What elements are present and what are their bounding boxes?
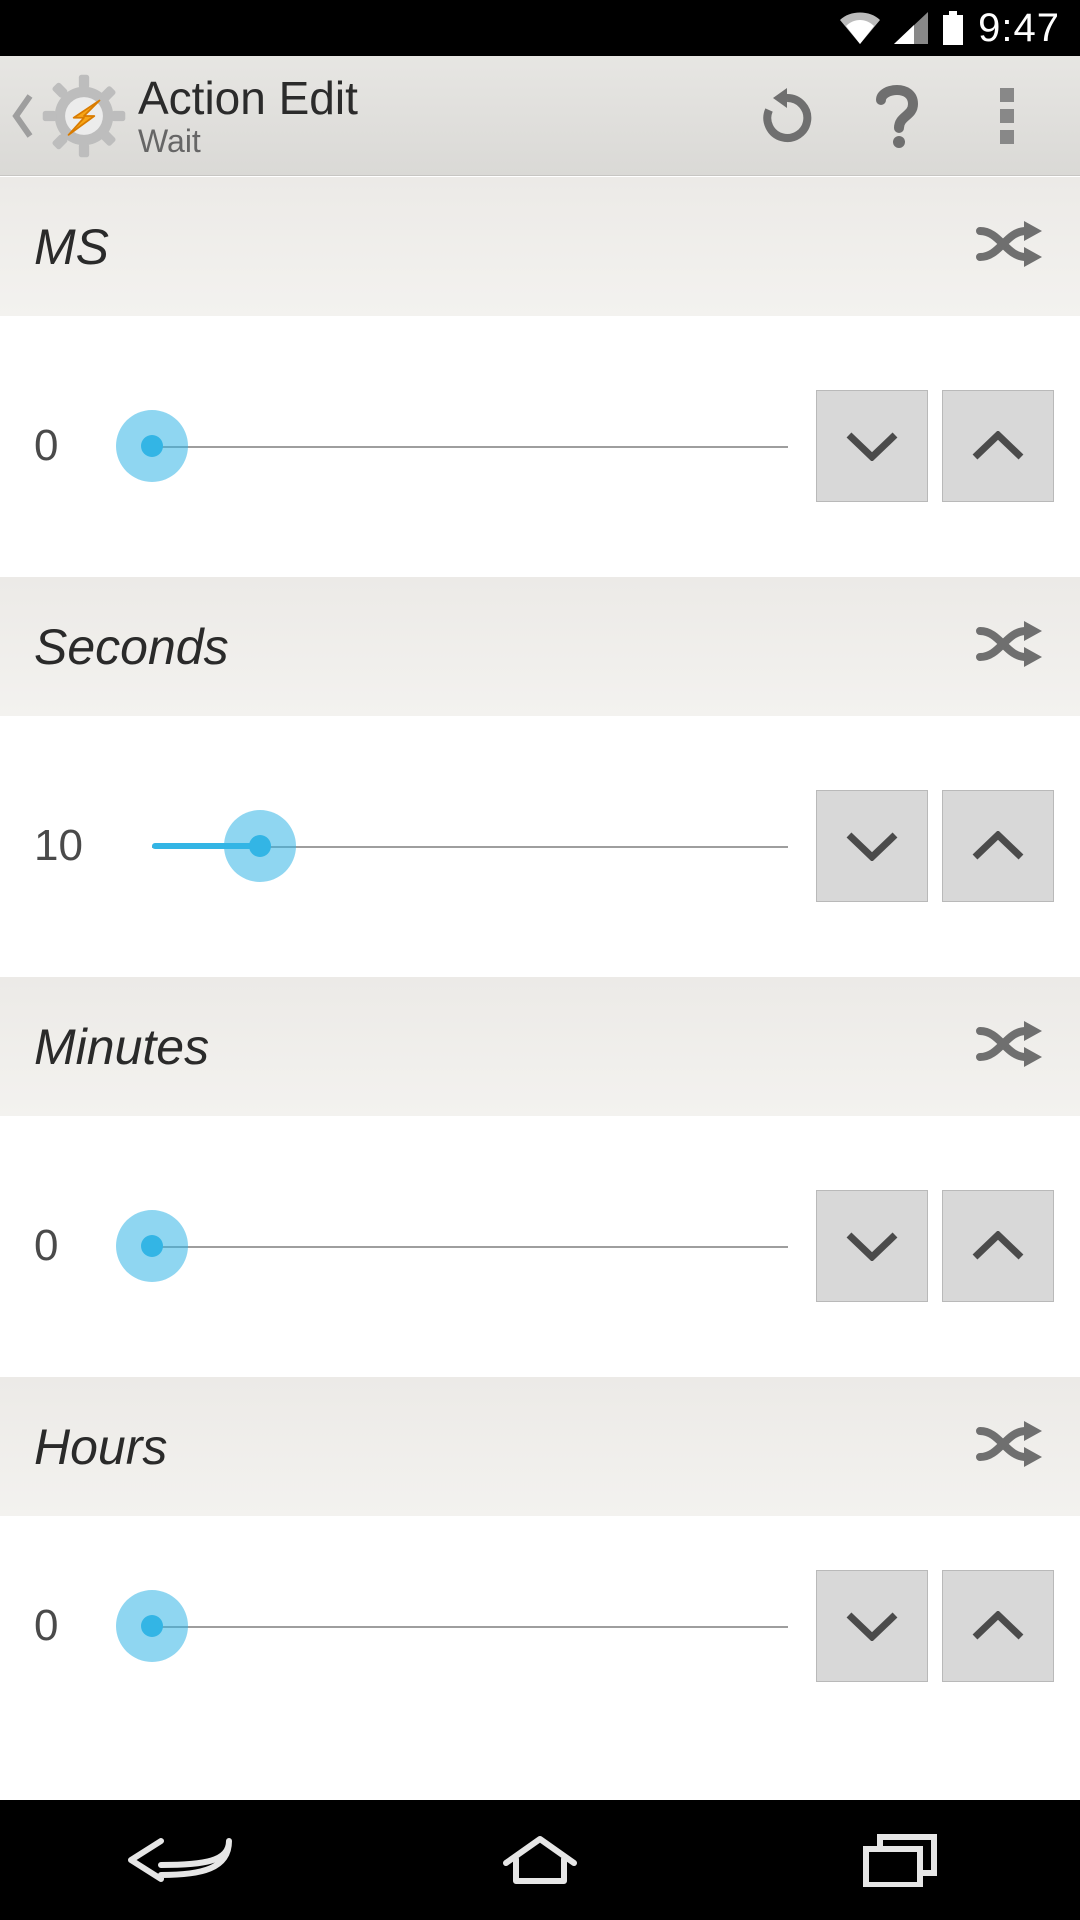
slider[interactable]: [152, 1216, 788, 1276]
android-nav-bar: [0, 1800, 1080, 1920]
increment-button[interactable]: [942, 1190, 1054, 1302]
decrement-button[interactable]: [816, 1570, 928, 1682]
page-subtitle: Wait: [138, 123, 732, 160]
nav-back-button[interactable]: [80, 1800, 280, 1920]
shuffle-icon[interactable]: [976, 219, 1046, 274]
increment-button[interactable]: [942, 790, 1054, 902]
cell-signal-icon: [894, 12, 928, 44]
overflow-menu-button[interactable]: [952, 56, 1062, 176]
slider[interactable]: [152, 816, 788, 876]
param-label: Seconds: [34, 618, 976, 676]
param-value: 0: [34, 1601, 124, 1651]
nav-recents-button[interactable]: [800, 1800, 1000, 1920]
param-value: 0: [34, 1221, 124, 1271]
back-button[interactable]: [8, 56, 38, 176]
tasker-app-icon[interactable]: [38, 70, 130, 162]
shuffle-icon[interactable]: [976, 619, 1046, 674]
decrement-button[interactable]: [816, 790, 928, 902]
content-scroll[interactable]: MS 0 Seconds: [0, 176, 1080, 1800]
slider[interactable]: [152, 1596, 788, 1656]
shuffle-icon[interactable]: [976, 1419, 1046, 1474]
param-label: MS: [34, 218, 976, 276]
param-value: 10: [34, 821, 124, 871]
param-ms: MS 0: [0, 176, 1080, 576]
decrement-button[interactable]: [816, 1190, 928, 1302]
increment-button[interactable]: [942, 1570, 1054, 1682]
wifi-icon: [840, 12, 880, 44]
param-hours: Hours 0: [0, 1376, 1080, 1736]
shuffle-icon[interactable]: [976, 1019, 1046, 1074]
app-bar: Action Edit Wait: [0, 56, 1080, 176]
param-label: Minutes: [34, 1018, 976, 1076]
increment-button[interactable]: [942, 390, 1054, 502]
android-status-bar: 9:47: [0, 0, 1080, 56]
param-value: 0: [34, 421, 124, 471]
param-minutes: Minutes 0: [0, 976, 1080, 1376]
nav-home-button[interactable]: [440, 1800, 640, 1920]
help-button[interactable]: [842, 56, 952, 176]
undo-button[interactable]: [732, 56, 842, 176]
battery-icon: [942, 11, 964, 45]
param-seconds: Seconds 10: [0, 576, 1080, 976]
status-time: 9:47: [978, 6, 1060, 51]
page-title: Action Edit: [138, 71, 732, 125]
param-label: Hours: [34, 1418, 976, 1476]
slider[interactable]: [152, 416, 788, 476]
decrement-button[interactable]: [816, 390, 928, 502]
